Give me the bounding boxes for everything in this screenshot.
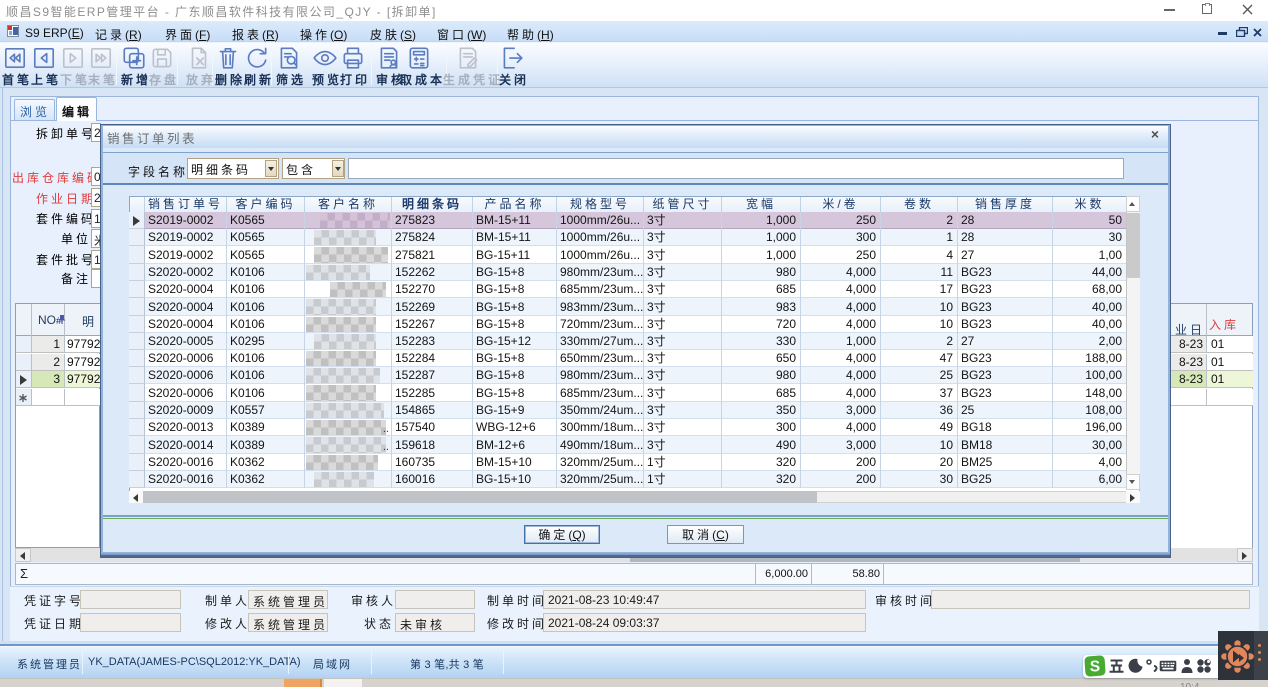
svg-text:S: S: [1090, 659, 1100, 676]
